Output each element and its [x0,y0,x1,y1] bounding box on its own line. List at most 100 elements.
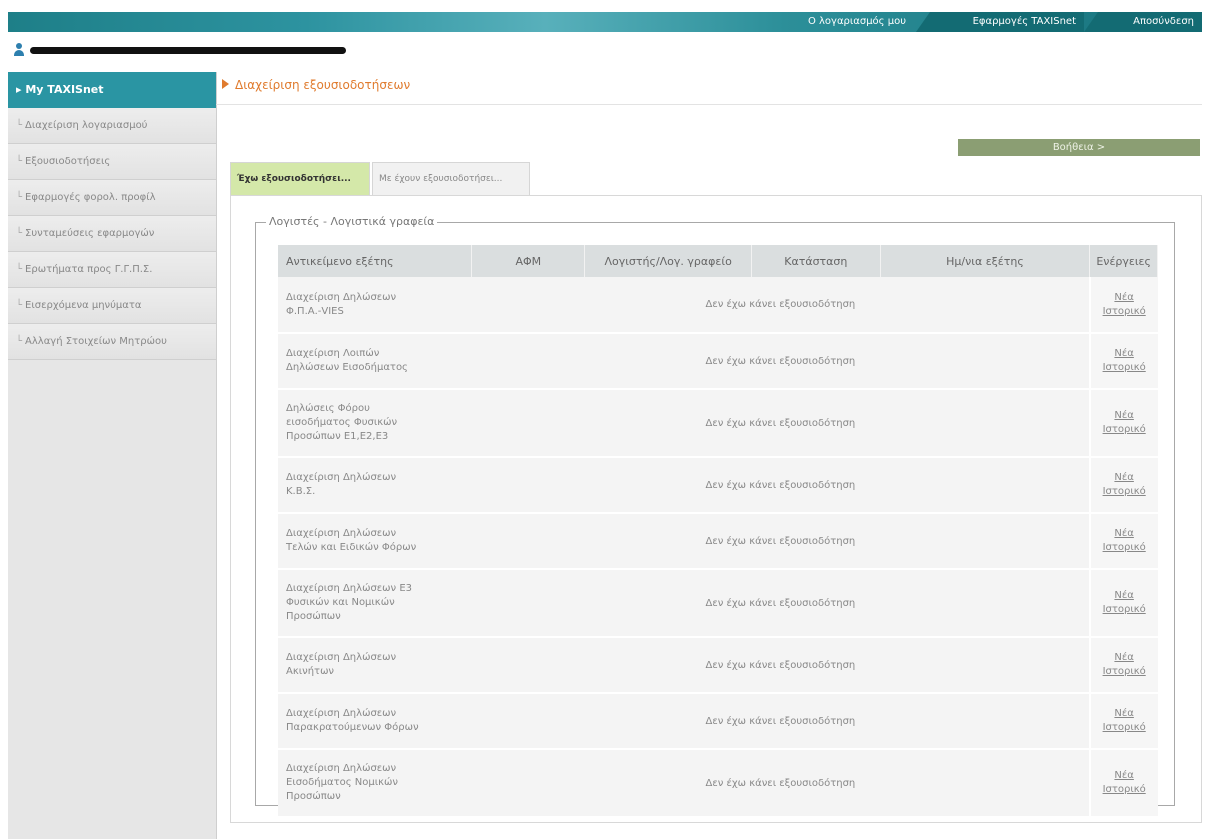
status-cell: Δεν έχω κάνει εξουσιοδότηση [471,457,1090,514]
table-row: Διαχείριση Δηλώσεων Τελών και Ειδικών Φόρ… [278,513,1158,570]
sidebar-item-app-shortcuts[interactable]: └ Συνταμεύσεις εφαρμογών [8,216,216,252]
column-header[interactable]: Κατάσταση [751,245,881,277]
actions-cell: Νέα Ιστορικό [1088,749,1158,818]
actions-cell: Νέα Ιστορικό [1088,569,1158,638]
history-link[interactable]: Ιστορικό [1092,361,1157,375]
new-authorization-link[interactable]: Νέα [1092,347,1157,361]
new-authorization-link[interactable]: Νέα [1092,651,1157,665]
table-header-row: Αντικείμενο εξέτης ΑΦΜ Λογιστής/Λογ. γρα… [278,245,1158,277]
status-cell: Δεν έχω κάνει εξουσιοδότηση [471,749,1090,818]
triangle-icon [222,79,229,89]
subject-line: Κ.Β.Σ. [286,486,316,497]
subject-line: Προσώπων Ε1,Ε2,Ε3 [286,431,389,442]
subject-line: Δηλώσεις Φόρου [286,403,370,414]
subject-line: Φυσικών και Νομικών [286,597,395,608]
history-link[interactable]: Ιστορικό [1092,665,1157,679]
subject-line: Διαχείριση Δηλώσεων [286,472,397,483]
sidebar-item-tax-profile-apps[interactable]: └ Εφαρμογές φορολ. προφίλ [8,180,216,216]
subject-line: Φ.Π.Α.-VIES [286,305,344,317]
sidebar-item-label: Εισερχόμενα μηνύματα [25,300,142,311]
page-title-text: Διαχείριση εξουσιοδοτήσεων [235,78,411,92]
subject-line: Διαχείριση Δηλώσεων [286,708,397,719]
history-link[interactable]: Ιστορικό [1092,305,1157,319]
column-header[interactable]: Ημ/νια εξέτης [880,245,1091,277]
actions-cell: Νέα Ιστορικό [1088,333,1158,390]
sidebar-item-label: Διαχείριση λογαριασμού [25,120,148,131]
new-authorization-link[interactable]: Νέα [1092,527,1157,541]
status-cell: Δεν έχω κάνει εξουσιοδότηση [471,333,1090,390]
tab-authorized-me[interactable]: Με έχουν εξουσιοδοτήσει... [372,162,530,195]
column-header[interactable]: Αντικείμενο εξέτης [278,245,473,277]
table-row: Διαχείριση Δηλώσεων Φ.Π.Α.-VIES Δεν έχω κά… [278,277,1158,334]
history-link[interactable]: Ιστορικό [1092,603,1157,617]
subject-cell: Διαχείριση Δηλώσεων Εισοδήματος Νομικών Πρ… [278,749,472,818]
history-link[interactable]: Ιστορικό [1092,721,1157,735]
actions-cell: Νέα Ιστορικό [1088,637,1158,694]
subject-line: Προσώπων [286,791,341,802]
subject-line: Ακινήτων [286,666,335,677]
subject-line: Εισοδήματος Νομικών [286,777,398,788]
actions-cell: Νέα Ιστορικό [1088,693,1158,750]
sidebar-item-label: Ερωτήματα προς Γ.Γ.Π.Σ. [25,264,153,275]
history-link[interactable]: Ιστορικό [1092,783,1157,797]
sidebar-item-questions[interactable]: └ Ερωτήματα προς Γ.Γ.Π.Σ. [8,252,216,288]
status-cell: Δεν έχω κάνει εξουσιοδότηση [471,513,1090,570]
logout-link[interactable]: Αποσύνδεση [1084,12,1202,32]
status-cell: Δεν έχω κάνει εξουσιοδότηση [471,389,1090,458]
actions-cell: Νέα Ιστορικό [1088,389,1158,458]
table-row: Διαχείριση Λοιπών Δηλώσεων Εισοδήματος Δεν… [278,333,1158,390]
sidebar-item-label: Αλλαγή Στοιχείων Μητρώου [25,336,167,347]
column-header[interactable]: Λογιστής/Λογ. γραφείο [584,245,753,277]
actions-cell: Νέα Ιστορικό [1088,513,1158,570]
column-header[interactable]: ΑΦΜ [471,245,586,277]
history-link[interactable]: Ιστορικό [1092,423,1157,437]
new-authorization-link[interactable]: Νέα [1092,471,1157,485]
subject-cell: Διαχείριση Δηλώσεων Παρακρατούμενων Φόρων [278,693,472,750]
new-authorization-link[interactable]: Νέα [1092,707,1157,721]
new-authorization-link[interactable]: Νέα [1092,769,1157,783]
table-body: Διαχείριση Δηλώσεων Φ.Π.Α.-VIES Δεν έχω κά… [278,277,1158,818]
sidebar-header[interactable]: ▸ My TAXISnet [8,72,216,108]
subject-cell: Διαχείριση Δηλώσεων Φ.Π.Α.-VIES [278,277,472,334]
table-row: Διαχείριση Δηλώσεων Παρακρατούμενων Φόρων… [278,693,1158,750]
subject-line: Διαχείριση Δηλώσεων [286,291,397,303]
status-cell: Δεν έχω κάνει εξουσιοδότηση [471,277,1090,334]
status-cell: Δεν έχω κάνει εξουσιοδότηση [471,693,1090,750]
fieldset-legend: Λογιστές - Λογιστικά γραφεία [266,215,438,228]
my-account-link[interactable]: Ο λογαριασμός μου [788,12,914,32]
subject-cell: Διαχείριση Δηλώσεων Ε3 Φυσικών και Νομικώ… [278,569,472,638]
tab-authorized-by-me[interactable]: Έχω εξουσιοδοτήσει... [230,162,370,195]
new-authorization-link[interactable]: Νέα [1092,589,1157,603]
subject-line: Διαχείριση Δηλώσεων [286,652,397,663]
table-row: Διαχείριση Δηλώσεων Ε3 Φυσικών και Νομικώ… [278,569,1158,638]
sidebar-item-authorizations[interactable]: └ Εξουσιοδοτήσεις [8,144,216,180]
taxisnet-apps-link[interactable]: Εφαρμογές TAXISnet [916,12,1084,32]
sidebar-header-label: My TAXISnet [25,83,104,96]
column-header: Ενέργειες [1089,245,1158,277]
actions-cell: Νέα Ιστορικό [1088,277,1158,334]
sidebar-item-label: Συνταμεύσεις εφαρμογών [25,228,155,239]
history-link[interactable]: Ιστορικό [1092,541,1157,555]
new-authorization-link[interactable]: Νέα [1092,291,1157,305]
subject-cell: Διαχείριση Δηλώσεων Κ.Β.Σ. [278,457,472,514]
sidebar-item-label: Εξουσιοδοτήσεις [25,156,111,167]
sidebar-item-registry-change[interactable]: └ Αλλαγή Στοιχείων Μητρώου [8,324,216,360]
table-row: Διαχείριση Δηλώσεων Κ.Β.Σ. Δεν έχω κάνει ε… [278,457,1158,514]
subject-cell: Διαχείριση Δηλώσεων Ακινήτων [278,637,472,694]
sidebar-item-label: Εφαρμογές φορολ. προφίλ [25,192,156,203]
sidebar-item-account-management[interactable]: └ Διαχείριση λογαριασμού [8,108,216,144]
status-cell: Δεν έχω κάνει εξουσιοδότηση [471,637,1090,694]
sidebar-item-inbox[interactable]: └ Εισερχόμενα μηνύματα [8,288,216,324]
help-button[interactable]: Βοήθεια > [958,139,1200,156]
subject-line: Δηλώσεων Εισοδήματος [286,362,408,373]
accountants-fieldset: Λογιστές - Λογιστικά γραφεία Αντικείμενο… [255,215,1175,818]
status-cell: Δεν έχω κάνει εξουσιοδότηση [471,569,1090,638]
table-row: Διαχείριση Δηλώσεων Εισοδήματος Νομικών Πρ… [278,749,1158,818]
history-link[interactable]: Ιστορικό [1092,485,1157,499]
subject-line: Τελών και Ειδικών Φόρων [286,542,417,553]
subject-cell: Διαχείριση Δηλώσεων Τελών και Ειδικών Φόρ… [278,513,472,570]
subject-line: εισοδήματος Φυσικών [286,417,398,428]
new-authorization-link[interactable]: Νέα [1092,409,1157,423]
subject-line: Προσώπων [286,611,341,622]
page-title: Διαχείριση εξουσιοδοτήσεων [222,78,410,92]
